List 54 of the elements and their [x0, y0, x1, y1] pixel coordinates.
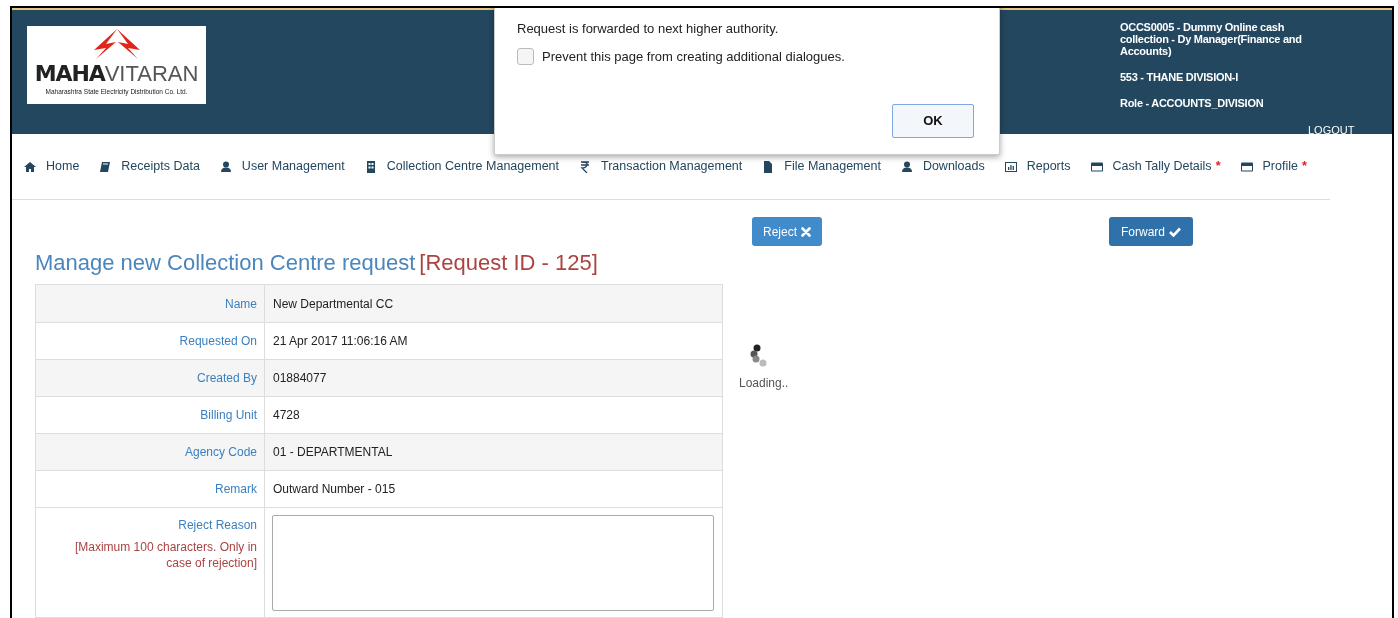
- nav-link[interactable]: Cash Tally Details *: [1090, 157, 1221, 176]
- required-marker: *: [1215, 158, 1221, 176]
- nav-link[interactable]: File Management: [762, 157, 881, 176]
- brand-name: VITARAN: [104, 63, 199, 85]
- request-id: [Request ID - 125]: [419, 249, 598, 277]
- field-value: New Departmental CC: [272, 295, 394, 313]
- nav-link[interactable]: Reports: [1004, 157, 1071, 176]
- book-icon: [99, 160, 112, 173]
- close-icon: [801, 226, 811, 237]
- nav-link[interactable]: Downloads: [900, 157, 985, 176]
- forward-button[interactable]: Forward: [1109, 217, 1193, 246]
- reject-button[interactable]: Reject: [752, 217, 822, 246]
- building-icon: [364, 160, 377, 173]
- field-label: Agency Code: [184, 444, 257, 461]
- ok-button[interactable]: OK: [892, 104, 974, 138]
- reject-reason-field[interactable]: [272, 515, 714, 611]
- hint-text: [Maximum 100 characters. Only in case of rejection]: [73, 539, 257, 571]
- checkbox[interactable]: [517, 48, 534, 66]
- nav-link[interactable]: Profile *: [1240, 157, 1307, 176]
- checkbox-label: Prevent this page from creating additional dialogues.: [542, 48, 845, 66]
- user-info-text: OCCS0005 - Dummy Online cash collection - Dy Manager(Finance and Accounts): [1120, 21, 1303, 57]
- field-label: Remark: [215, 481, 257, 498]
- nav-link[interactable]: Transaction Management: [579, 157, 743, 176]
- required-marker: *: [1301, 158, 1307, 176]
- nav-link[interactable]: Home: [24, 157, 80, 176]
- user-info-text: Role - ACCOUNTS_DIVISION: [1120, 97, 1265, 109]
- nav-link[interactable]: Collection Centre Management: [364, 157, 559, 176]
- brand-name: MAHA: [34, 63, 105, 85]
- file-icon: [762, 160, 775, 173]
- field-label: Billing Unit: [200, 407, 257, 424]
- home-icon: [24, 160, 36, 173]
- dialog-message: Request is forwarded to next higher authority.: [517, 20, 779, 38]
- field-value: 01 - DEPARTMENTAL: [272, 444, 393, 461]
- user-info-text: 553 - THANE DIVISION-I: [1120, 71, 1240, 83]
- field-label: Requested On: [179, 333, 257, 350]
- user-icon: [219, 160, 232, 173]
- field-label: Created By: [196, 370, 257, 387]
- user-icon: [900, 160, 913, 173]
- field-label: Name: [225, 295, 257, 313]
- nav-link[interactable]: Receipts Data: [99, 157, 200, 176]
- loading-text: Loading..: [739, 375, 789, 392]
- bar-chart-icon: [1004, 160, 1017, 173]
- card-icon: [1090, 160, 1103, 173]
- card-icon: [1240, 160, 1253, 173]
- field-value: 01884077: [272, 370, 327, 387]
- nav-link[interactable]: User Management: [219, 157, 345, 176]
- page-title: Manage new Collection Centre request: [35, 249, 416, 277]
- field-value: 21 Apr 2017 11:06:16 AM: [272, 333, 408, 350]
- logout-link[interactable]: LOGOUT: [1308, 122, 1355, 139]
- field-value: 4728: [272, 407, 300, 424]
- check-icon: [1169, 226, 1181, 237]
- field-label: Reject Reason: [178, 517, 257, 534]
- field-value: Outward Number - 015: [272, 481, 396, 498]
- rupee-icon: [579, 160, 591, 173]
